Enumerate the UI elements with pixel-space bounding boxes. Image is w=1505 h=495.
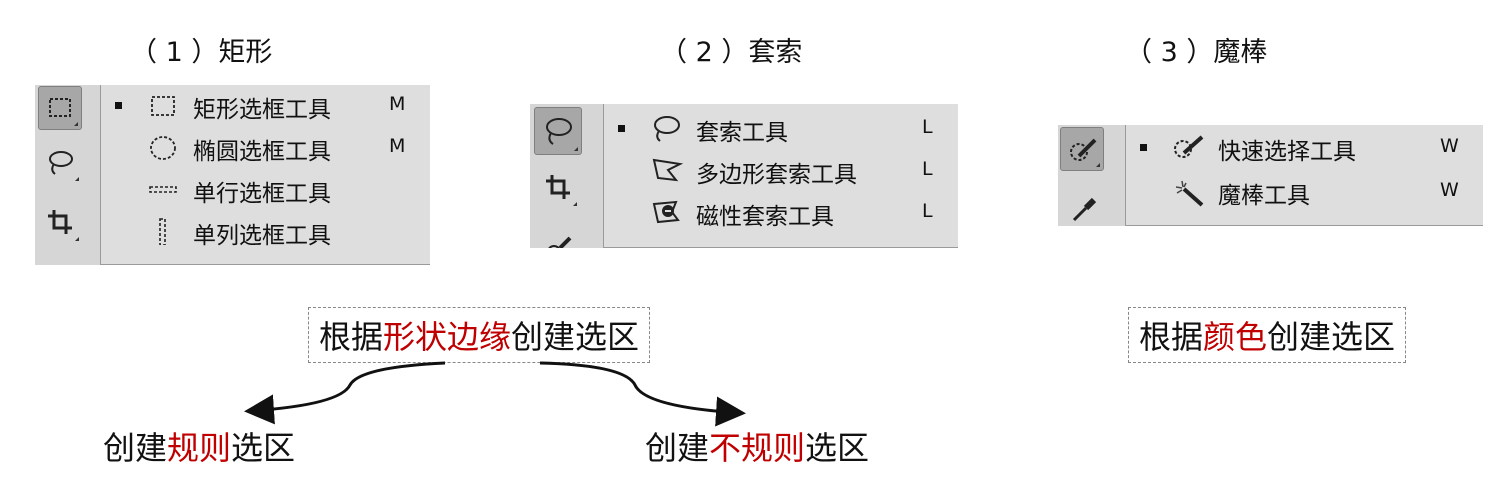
menu-item-lasso[interactable]: 套索工具 L [604,108,958,148]
elliptical-marquee-icon [150,136,176,160]
rect-marquee-icon [49,98,71,117]
regular-selection-caption: 创建规则选区 [103,423,295,469]
eyedropper-tool-button[interactable] [536,222,580,248]
quick-selection-icon [1070,138,1097,161]
eyedropper-icon [1072,197,1097,222]
menu-item-single-row-marquee[interactable]: 单行选框工具 [101,169,430,209]
note-highlight: 形状边缘 [383,318,512,356]
menu-item-rect-marquee[interactable]: 矩形选框工具 M [101,85,430,125]
lasso-flyout-menu: 套索工具 L 多边形套索工具 L 磁性套索工具 L [603,104,958,248]
crop-icon [546,175,570,199]
note-text: 创建选区 [1267,318,1396,356]
note-text: 创建选区 [511,318,640,356]
shortcut-key: L [922,116,933,138]
lasso-tool-button[interactable] [534,107,582,155]
menu-item-label: 椭圆选框工具 [193,139,331,165]
shortcut-key: W [1440,135,1459,157]
shortcut-key: L [922,200,933,222]
selected-bullet [1140,144,1147,151]
crop-tool-button[interactable] [38,200,82,244]
section-title-lasso: （ 2 ）套索 [660,37,803,68]
section-title-rect: （ 1 ）矩形 [130,37,273,68]
shortcut-key: L [922,158,933,180]
menu-item-label: 多边形套索工具 [696,162,857,188]
marquee-flyout-menu: 矩形选框工具 M 椭圆选框工具 M 单行选框工具 单列选框工具 [100,85,430,265]
menu-item-magic-wand[interactable]: 魔棒工具 W [1126,171,1483,211]
eyedropper-icon [548,236,572,248]
note-text: 根据 [319,318,384,356]
rect-marquee-tool-button[interactable] [38,86,82,130]
menu-item-elliptical-marquee[interactable]: 椭圆选框工具 M [101,127,430,167]
lasso-icon [654,116,680,142]
shortcut-key: M [389,93,406,115]
menu-item-polygonal-lasso[interactable]: 多边形套索工具 L [604,150,958,190]
single-column-marquee-icon [159,218,166,245]
lasso-icon [546,118,572,145]
menu-item-label: 魔棒工具 [1218,183,1310,209]
caption-text: 选区 [231,429,296,467]
magic-wand-icon [1175,180,1204,207]
selected-bullet [115,102,122,109]
menu-item-label: 套索工具 [696,120,788,146]
color-note: 根据颜色创建选区 [1128,307,1407,363]
menu-item-label: 单行选框工具 [193,181,331,207]
lasso-tool-button[interactable] [38,140,82,184]
menu-item-label: 磁性套索工具 [696,204,834,230]
note-text: 根据 [1139,318,1204,356]
note-highlight: 颜色 [1203,318,1268,356]
rect-marquee-icon [151,96,175,116]
section-title-wand: （ 3 ）魔棒 [1125,37,1268,68]
crop-icon [48,210,72,234]
menu-item-label: 单列选框工具 [193,223,331,249]
menu-item-label: 快速选择工具 [1218,139,1356,165]
caption-highlight: 不规则 [709,429,806,467]
menu-item-quick-selection[interactable]: 快速选择工具 W [1126,127,1483,167]
lasso-icon [49,151,73,175]
magnetic-lasso-icon [652,200,680,224]
single-row-marquee-icon [149,186,177,193]
eyedropper-tool-button[interactable] [1062,186,1106,226]
polygonal-lasso-icon [652,158,684,182]
quick-selection-tool-button[interactable] [1060,127,1104,171]
caption-text: 创建 [645,429,710,467]
shortcut-key: W [1440,179,1459,201]
menu-item-label: 矩形选框工具 [193,97,331,123]
crop-tool-button[interactable] [536,165,580,209]
quick-selection-icon [1174,135,1204,158]
menu-item-magnetic-lasso[interactable]: 磁性套索工具 L [604,192,958,232]
magic-wand-flyout-menu: 快速选择工具 W 魔棒工具 W [1125,125,1483,226]
menu-item-single-column-marquee[interactable]: 单列选框工具 [101,211,430,251]
shortcut-key: M [389,135,406,157]
irregular-selection-caption: 创建不规则选区 [645,423,869,469]
caption-text: 选区 [805,429,870,467]
caption-text: 创建 [103,429,168,467]
caption-highlight: 规则 [167,429,232,467]
selected-bullet [618,125,625,132]
